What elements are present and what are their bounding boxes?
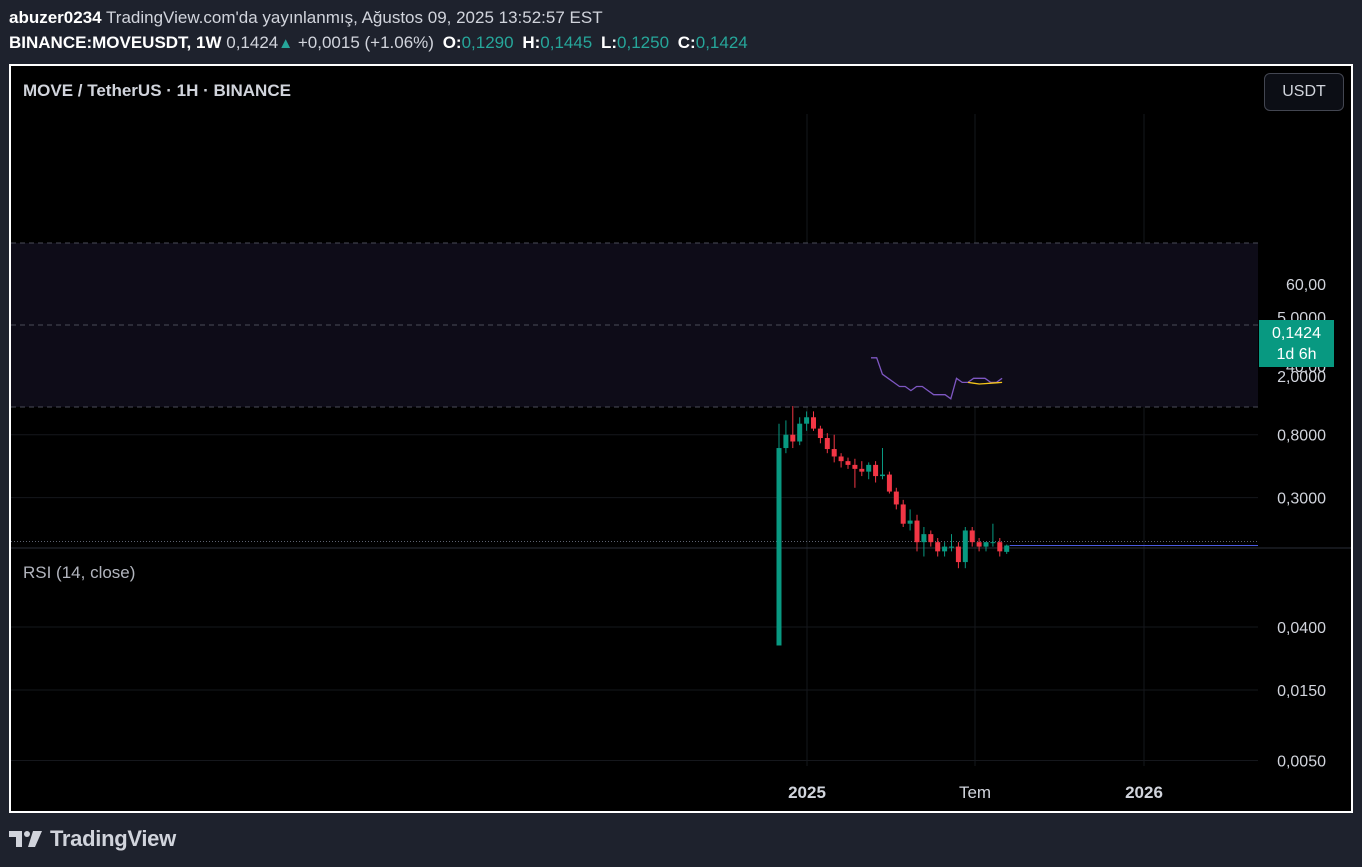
- candle-body-down: [790, 434, 796, 442]
- candle-body-up: [983, 542, 989, 547]
- symbol-info-line: BINANCE:MOVEUSDT, 1W 0,1424▲ +0,0015 (+1…: [9, 33, 748, 53]
- open-value: 0,1290: [461, 33, 514, 52]
- brand-name: TradingView: [50, 826, 176, 851]
- price-tag: 0,1424 1d 6h: [1259, 320, 1334, 367]
- pane-title: MOVE / TetherUS · 1H · BINANCE: [23, 81, 291, 100]
- candle-body-down: [831, 449, 837, 457]
- rsi-tick-label: 60,00: [1286, 277, 1326, 294]
- candle-body-down: [976, 542, 982, 547]
- candle-body-up: [783, 434, 789, 449]
- time-tick-label: 2025: [788, 783, 826, 802]
- low-label: L:: [601, 33, 618, 52]
- price-tag-price: 0,1424: [1272, 325, 1321, 342]
- candle-body-down: [859, 468, 865, 472]
- candle-body-down: [886, 474, 892, 492]
- time-tick-label: 2026: [1125, 783, 1163, 802]
- rsi-title[interactable]: RSI (14, close): [23, 563, 135, 583]
- candle-body-up: [797, 423, 803, 442]
- candle-body-down: [955, 546, 961, 563]
- candle-body-down: [824, 438, 830, 450]
- candle-body-down: [969, 530, 975, 543]
- candle-body-up: [804, 417, 810, 424]
- price-change: +0,0015 (+1.06%): [297, 33, 434, 52]
- chart-frame[interactable]: 5,0000 2,0000 0,8000 0,3000 0,0400 0,0150 0,00…: [9, 64, 1353, 813]
- publish-info: abuzer0234 TradingView.com'da yayınlanmı…: [9, 8, 603, 28]
- author-name[interactable]: abuzer0234: [9, 8, 102, 27]
- price-tick-label: 0,3000: [1277, 491, 1326, 508]
- candle-body-up: [942, 546, 948, 552]
- candle-body-up: [907, 520, 913, 524]
- last-price: 0,1424: [226, 33, 279, 52]
- candle-body-up: [880, 474, 885, 477]
- candle-body-down: [935, 542, 941, 552]
- candle-body-down: [914, 520, 920, 543]
- candle-body-up: [990, 542, 996, 544]
- candle-body-down: [928, 534, 934, 543]
- open-label: O:: [442, 33, 462, 52]
- high-value: 0,1445: [540, 33, 593, 52]
- candle-body-down: [811, 417, 816, 429]
- candle-body-down: [873, 464, 879, 477]
- grid-lines: [11, 114, 1351, 766]
- low-value: 0,1250: [617, 33, 670, 52]
- currency-button[interactable]: USDT: [1264, 73, 1344, 111]
- up-arrow-icon: ▲: [278, 35, 294, 52]
- candle-body-down: [893, 491, 899, 505]
- published-date: TradingView.com'da yayınlanmış, Ağustos …: [106, 8, 603, 27]
- candle-body-down: [817, 428, 823, 439]
- chart-canvas[interactable]: 5,00002,00000,80000,30000,04000,01500,00…: [11, 66, 1351, 811]
- brand-footer[interactable]: TradingView: [9, 826, 176, 852]
- high-label: H:: [522, 33, 541, 52]
- price-tick-label: 0,0400: [1277, 620, 1326, 637]
- price-tag-countdown: 1d 6h: [1276, 346, 1317, 363]
- candles: [11, 406, 1258, 646]
- candle-body-down: [900, 504, 906, 524]
- close-label: C:: [677, 33, 696, 52]
- candle-body-down: [845, 461, 851, 465]
- candle-body-up: [921, 534, 927, 543]
- time-tick-label: Tem: [959, 783, 991, 802]
- rsi-band: [11, 242, 1258, 408]
- candle-body-down: [852, 464, 858, 469]
- candle-body-up: [962, 530, 968, 563]
- candle-body-down: [838, 456, 844, 462]
- tradingview-logo-icon: [9, 831, 42, 847]
- candle-body-up: [1004, 545, 1010, 552]
- close-value: 0,1424: [695, 33, 748, 52]
- candle-body-up: [866, 464, 872, 472]
- candle-body-down: [997, 542, 1003, 552]
- price-tick-label: 0,8000: [1277, 428, 1326, 445]
- symbol-name: BINANCE:MOVEUSDT, 1W: [9, 33, 222, 52]
- price-tick-label: 0,0050: [1277, 753, 1326, 770]
- candle-body-up: [949, 546, 954, 548]
- price-tick-label: 0,0150: [1277, 683, 1326, 700]
- candle-body-up: [776, 448, 782, 646]
